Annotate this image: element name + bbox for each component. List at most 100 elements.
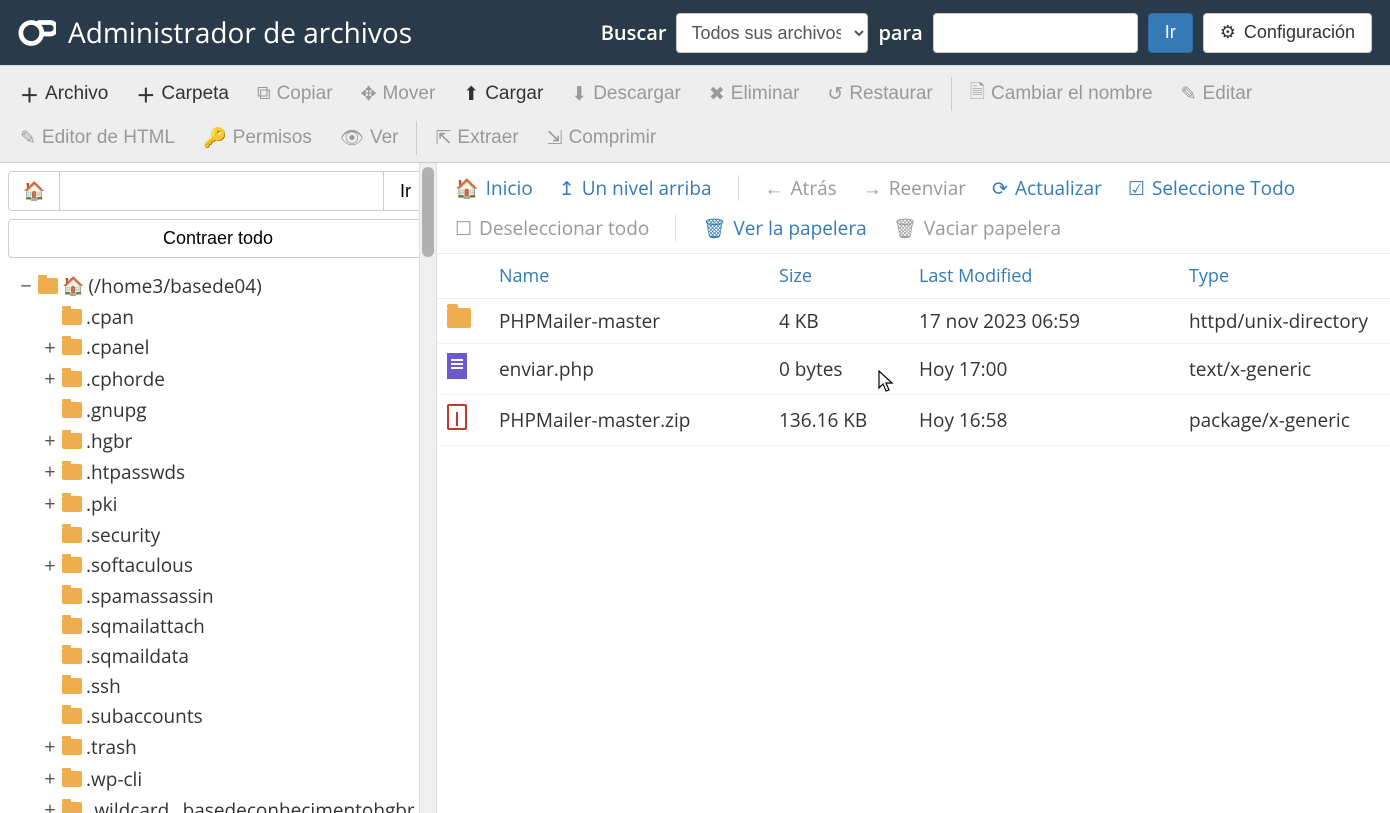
tree-item[interactable]: +_wildcard_.basedeconhecimentohgbr.	[42, 794, 432, 813]
move-button[interactable]: ✥Mover	[347, 75, 450, 114]
view-trash-link[interactable]: 🗑Ver la papelera	[702, 211, 866, 245]
upload-button[interactable]: ⬆Cargar	[449, 75, 557, 114]
tree-item[interactable]: + .hgbr	[42, 425, 432, 457]
expand-toggle[interactable]: +	[42, 363, 58, 395]
path-home-button[interactable]: 🏠	[8, 171, 60, 211]
restore-button[interactable]: ↺Restaurar	[813, 75, 946, 114]
home-link[interactable]: 🏠Inicio	[455, 171, 533, 205]
row-name: enviar.php	[485, 344, 765, 395]
deselect-all-link[interactable]: ☐Deseleccionar todo	[455, 211, 649, 245]
toolbar-restore-label: Restaurar	[849, 83, 932, 105]
tree-item[interactable]: .cpan	[42, 302, 432, 332]
select-all-link[interactable]: ☑Seleccione Todo	[1128, 171, 1295, 205]
eye-icon: 👁	[340, 126, 364, 150]
toolbar-compress-label: Comprimir	[569, 127, 657, 149]
tree-item[interactable]: + .wp-cli	[42, 763, 432, 795]
extract-icon: ⇱	[435, 127, 451, 150]
tree-item[interactable]: +.htpasswds	[42, 456, 432, 488]
search-go-button[interactable]: Ir	[1148, 13, 1193, 53]
search-scope-select[interactable]: Todos sus archivos	[676, 13, 868, 53]
back-icon: ←	[765, 175, 784, 201]
tree-item[interactable]: .sqmailattach	[42, 611, 432, 641]
view-button[interactable]: 👁 Ver	[326, 118, 413, 158]
tree-item[interactable]: +.trash	[42, 731, 432, 763]
copy-icon: ⧉	[257, 83, 271, 105]
table-row[interactable]: PHPMailer-master.zip136.16 KBHoy 16:58pa…	[437, 395, 1390, 446]
expand-toggle[interactable]: +	[42, 456, 58, 488]
collapse-all-button[interactable]: Contraer todo	[8, 219, 428, 258]
expand-toggle[interactable]: +	[42, 550, 58, 582]
tree-item[interactable]: +.pki	[42, 488, 432, 520]
forward-label: Reenviar	[889, 175, 966, 201]
up-link[interactable]: ↥Un nivel arriba	[559, 171, 712, 205]
empty-trash-label: Vaciar papelera	[924, 215, 1061, 241]
expand-toggle[interactable]: +	[42, 425, 58, 457]
forward-link[interactable]: →Reenviar	[863, 171, 966, 205]
col-type[interactable]: Type	[1175, 254, 1390, 299]
action-separator	[675, 215, 676, 241]
tree-item[interactable]: .ssh	[42, 671, 432, 701]
reload-link[interactable]: ⟳Actualizar	[992, 171, 1102, 205]
main-toolbar: ＋Archivo ＋Carpeta ⧉ Copiar ✥Mover ⬆Cargar…	[0, 65, 1390, 163]
copy-button[interactable]: ⧉ Copiar	[243, 75, 347, 113]
html-editor-button[interactable]: ✎Editor de HTML	[6, 119, 189, 158]
delete-button[interactable]: ✖Eliminar	[695, 75, 814, 114]
folder-icon	[62, 802, 82, 813]
compress-button[interactable]: ⇲ Comprimir	[533, 119, 671, 158]
tree-item[interactable]: +.softaculous	[42, 550, 432, 582]
expand-toggle[interactable]: +	[42, 332, 58, 364]
row-modified: 17 nov 2023 06:59	[905, 299, 1175, 344]
search-input[interactable]	[933, 13, 1138, 53]
extract-button[interactable]: ⇱Extraer	[421, 119, 532, 158]
toolbar-copy-label: Copiar	[277, 83, 333, 105]
tree-item[interactable]: .subaccounts	[42, 701, 432, 731]
toolbar-view-label: Ver	[370, 127, 399, 149]
sidebar-scrollbar[interactable]	[419, 163, 436, 813]
plus-icon: ＋	[20, 81, 39, 108]
empty-trash-link[interactable]: 🗑Vaciar papelera	[893, 211, 1061, 245]
tree-item-label: .hgbr	[86, 426, 132, 456]
col-modified[interactable]: Last Modified	[905, 254, 1175, 299]
folder-icon	[62, 402, 82, 418]
compress-icon: ⇲	[547, 127, 563, 150]
for-label: para	[878, 19, 922, 46]
col-name[interactable]: Name	[485, 254, 765, 299]
tree-root[interactable]: − 🏠 (/home3/basede04)	[18, 270, 432, 302]
folder-icon	[62, 708, 82, 724]
row-size: 0 bytes	[765, 344, 905, 395]
new-folder-button[interactable]: ＋Carpeta	[122, 73, 243, 116]
edit-button[interactable]: ✎Editar	[1167, 75, 1267, 114]
row-name: PHPMailer-master	[485, 299, 765, 344]
expand-toggle[interactable]: +	[42, 488, 58, 520]
tree-root-label: (/home3/basede04)	[88, 271, 261, 301]
tree-item[interactable]: .security	[42, 520, 432, 550]
collapse-toggle[interactable]: −	[18, 270, 34, 302]
new-file-button[interactable]: ＋Archivo	[6, 73, 122, 116]
tree-item[interactable]: .gnupg	[42, 395, 432, 425]
table-row[interactable]: PHPMailer-master4 KB17 nov 2023 06:59htt…	[437, 299, 1390, 344]
table-row[interactable]: enviar.php0 bytesHoy 17:00text/x-generic	[437, 344, 1390, 395]
tree-item-label: .wp-cli	[86, 764, 142, 794]
row-type: httpd/unix-directory	[1175, 299, 1390, 344]
tree-item-label: .ssh	[86, 671, 121, 701]
back-link[interactable]: ←Atrás	[765, 171, 837, 205]
move-icon: ✥	[361, 83, 377, 106]
file-table-wrap: Name Size Last Modified Type PHPMailer-m…	[437, 254, 1390, 813]
expand-toggle[interactable]: +	[42, 731, 58, 763]
scrollbar-thumb[interactable]	[422, 167, 434, 257]
permissions-button[interactable]: 🔑Permisos	[189, 118, 326, 158]
expand-toggle[interactable]: +	[42, 794, 58, 813]
tree-item[interactable]: .spamassassin	[42, 581, 432, 611]
download-button[interactable]: ⬇Descargar	[557, 75, 695, 114]
expand-toggle[interactable]: +	[42, 763, 58, 795]
path-input[interactable]	[60, 171, 384, 211]
tree-item[interactable]: .sqmaildata	[42, 641, 432, 671]
tree-item[interactable]: +.cphorde	[42, 363, 432, 395]
search-area: Buscar Todos sus archivos para Ir ⚙ Conf…	[601, 13, 1372, 53]
folder-icon	[62, 557, 82, 573]
rename-button[interactable]: 🗎Cambiar el nombre	[956, 70, 1167, 118]
config-button[interactable]: ⚙ Configuración	[1203, 13, 1372, 53]
folder-icon	[62, 588, 82, 604]
tree-item[interactable]: +.cpanel	[42, 332, 432, 364]
col-size[interactable]: Size	[765, 254, 905, 299]
